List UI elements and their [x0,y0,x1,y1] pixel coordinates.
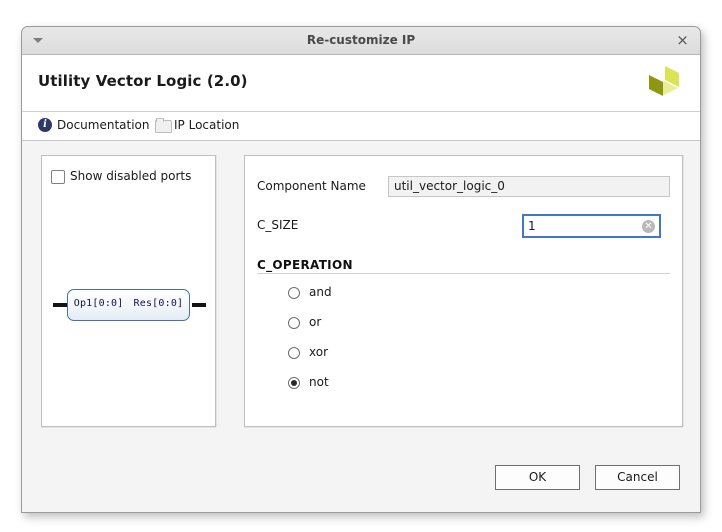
radio-circle-icon [288,287,300,299]
screen-root: Re-customize IP × Utility Vector Logic (… [0,0,722,532]
c-operation-section-header: C_OPERATION [257,254,670,274]
ip-config-panel: Component Name util_vector_logic_0 C_SIZ… [244,155,683,427]
dialog-header: Utility Vector Logic (2.0) [22,55,700,112]
re-customize-ip-dialog: Re-customize IP × Utility Vector Logic (… [21,26,701,513]
c-size-value: 1 [528,219,536,233]
dialog-title: Re-customize IP [306,33,416,47]
radio-option-and-label: and [309,285,332,299]
page-title: Utility Vector Logic (2.0) [38,72,248,90]
section-divider [257,273,670,274]
radio-circle-icon [288,347,300,359]
info-icon: i [38,118,52,132]
ip-output-port-label: Res[0:0] [133,298,184,309]
c-size-label: C_SIZE [257,218,299,232]
ip-symbol-diagram: Op1[0:0] Res[0:0] [53,289,206,323]
component-name-row: Component Name util_vector_logic_0 [257,176,670,198]
checkbox-box-icon [51,170,65,184]
radio-option-xor-label: xor [309,345,329,359]
c-size-row: C_SIZE 1 ✕ [257,214,670,238]
folder-icon [155,118,172,133]
radio-option-or-label: or [309,315,322,329]
xilinx-logo-icon [643,63,687,107]
component-name-label: Component Name [257,179,366,193]
ip-preview-panel: Show disabled ports Op1[0:0] Res[0:0] [41,155,216,427]
radio-circle-selected-icon [288,377,300,389]
close-icon[interactable]: × [673,31,692,50]
component-name-input[interactable]: util_vector_logic_0 [388,176,670,197]
c-size-input[interactable]: 1 ✕ [522,214,661,238]
ip-input-port-label: Op1[0:0] [73,298,124,309]
dialog-body: Show disabled ports Op1[0:0] Res[0:0] Com… [22,141,700,512]
c-operation-label: C_OPERATION [257,258,353,272]
ip-location-link-label: IP Location [174,118,240,132]
ip-symbol-ports: Op1[0:0] Res[0:0] [68,298,189,309]
input-port-stub-icon [53,303,67,307]
documentation-link-label: Documentation [57,118,150,132]
cancel-button[interactable]: Cancel [595,465,680,490]
dialog-titlebar: Re-customize IP × [22,27,700,55]
ip-symbol-box: Op1[0:0] Res[0:0] [67,289,190,321]
show-disabled-ports-label: Show disabled ports [70,169,192,183]
output-port-stub-icon [192,303,206,307]
clear-circle-icon[interactable]: ✕ [642,220,655,233]
radio-circle-icon [288,317,300,329]
links-bar: i Documentation IP Location [22,112,700,141]
ok-button[interactable]: OK [495,465,580,490]
radio-option-not-label: not [309,375,329,389]
